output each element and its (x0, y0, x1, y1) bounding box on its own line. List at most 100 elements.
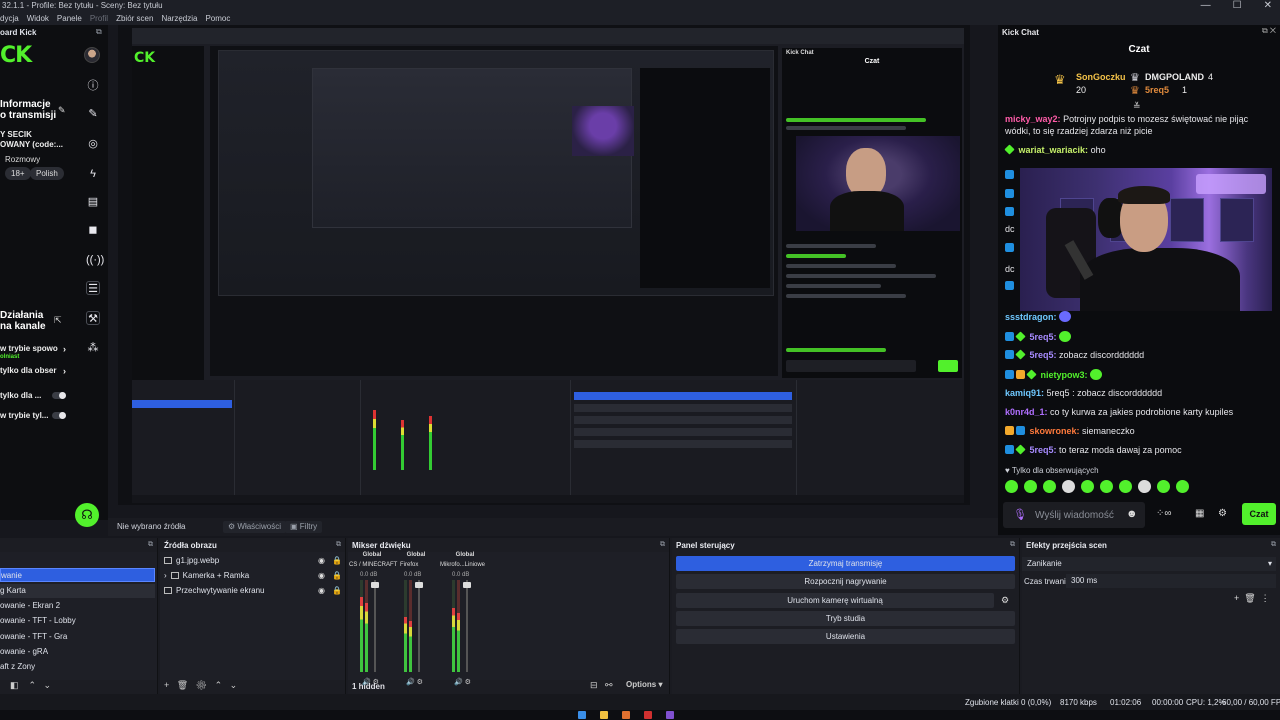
chat-username[interactable]: dc (1005, 264, 1015, 274)
virtual-camera-gear-icon[interactable]: ⚙ (1001, 595, 1009, 606)
properties-button[interactable]: ⚙ Właściwości (223, 521, 286, 533)
taskbar-app-icon[interactable] (666, 711, 674, 719)
lock-icon[interactable]: 🔒 (332, 584, 342, 598)
chat-message-input[interactable]: 🎙 Wyślij wiadomość ☻ (1003, 502, 1145, 528)
mixer-hidden-count[interactable]: 1 hidden (352, 682, 385, 691)
fader-knob[interactable] (463, 582, 471, 588)
visibility-eye-icon[interactable]: ◉ (318, 584, 325, 598)
close-button[interactable]: ✕ (1264, 0, 1272, 11)
scene-item[interactable]: owanie - TFT - Lobby (0, 614, 155, 628)
stop-stream-button[interactable]: Zatrzymaj transmisję (676, 556, 1015, 571)
followers-only-option[interactable]: tylko dla obser › (0, 366, 74, 376)
emote-icon[interactable] (1043, 480, 1056, 493)
info-icon[interactable]: ⓘ (86, 79, 100, 93)
scene-item[interactable]: owanie - TFT - Gra (0, 630, 155, 644)
emote-icon[interactable] (1062, 480, 1075, 493)
scene-item[interactable]: owanie - Ekran 2 (0, 599, 155, 613)
chat-username[interactable]: 5req5: (1030, 445, 1057, 455)
leader-1-name[interactable]: SonGoczku (1076, 72, 1126, 82)
menu-help[interactable]: Pomoc (205, 12, 230, 25)
source-item[interactable]: Przechwytywanie ekranu ◉ 🔒 (164, 584, 342, 598)
windows-start-icon[interactable] (578, 711, 586, 719)
dock-float-icon[interactable]: ⧉ (1271, 541, 1276, 549)
volume-fader[interactable] (371, 580, 379, 672)
dock-float-icon[interactable]: ⧉ (148, 541, 153, 549)
collapse-icon[interactable]: ≚ (1133, 101, 1141, 112)
mixer-channel-controls[interactable]: 🔊 ⚙ (406, 678, 423, 686)
taskbar-app-icon[interactable] (622, 711, 630, 719)
fader-knob[interactable] (371, 582, 379, 588)
filters-button[interactable]: ▣ Filtry (285, 521, 323, 533)
dock-float-icon[interactable]: ⧉ ✕ (1262, 26, 1276, 36)
chat-username[interactable]: k0nr4d_1: (1005, 407, 1048, 417)
menu-scene-collection[interactable]: Zbiór scen (116, 12, 153, 25)
dock-float-icon[interactable]: ⧉ (336, 541, 341, 549)
transition-controls[interactable]: + 🗑 ⋮ (1234, 593, 1270, 604)
lock-icon[interactable]: 🔒 (332, 569, 342, 583)
edit-pencil-icon[interactable]: ✎ (58, 105, 66, 116)
menu-profile[interactable]: Profil (90, 12, 108, 25)
duration-input[interactable]: 300 ms (1066, 574, 1276, 588)
chat-username[interactable]: nietypow3: (1041, 370, 1088, 380)
emote-icon[interactable] (1005, 480, 1018, 493)
chat-bubble-icon[interactable]: ◼ (86, 223, 100, 237)
scene-item[interactable]: owanie - gRA (0, 645, 155, 659)
send-chat-button[interactable]: Czat (1242, 503, 1276, 525)
avatar[interactable] (84, 47, 100, 63)
taskbar-app-icon[interactable] (600, 711, 608, 719)
slow-mode-option[interactable]: w trybie spowo olniast › (0, 344, 74, 360)
menu-view[interactable]: Widok (27, 12, 49, 25)
sliders-icon[interactable]: ☰ (86, 281, 100, 295)
apps-icon[interactable]: ⁂ (86, 341, 100, 355)
expand-chevron-icon[interactable]: › (164, 571, 167, 580)
broadcast-icon[interactable]: ((·)) (86, 253, 104, 267)
scenes-footer-controls[interactable]: ◧ ⌃ ⌄ (10, 680, 51, 691)
store-icon[interactable]: ▦ (1195, 508, 1204, 519)
studio-mode-button[interactable]: Tryb studia (676, 611, 1015, 626)
mixer-options-button[interactable]: Options ▾ (626, 680, 662, 689)
emote-icon[interactable] (1176, 480, 1189, 493)
volume-fader[interactable] (463, 580, 471, 672)
volume-fader[interactable] (415, 580, 423, 672)
leader-2-name[interactable]: DMGPOLAND (1145, 72, 1204, 82)
scene-item[interactable]: g Karta (0, 584, 155, 598)
chat-username[interactable]: skowronek: (1030, 426, 1080, 436)
emote-icon[interactable] (1081, 480, 1094, 493)
emote-icon[interactable] (1100, 480, 1113, 493)
emote-only-option[interactable]: w trybie tyl... (0, 411, 74, 420)
users-icon[interactable]: ⁘∞ (1156, 508, 1172, 519)
transition-select[interactable]: Zanikanie ▾ (1022, 557, 1276, 571)
clipboard-icon[interactable]: ▤ (86, 195, 100, 209)
maximize-button[interactable]: ☐ (1233, 0, 1242, 11)
dock-float-icon[interactable]: ⧉ (1010, 541, 1015, 549)
toggle-switch[interactable] (52, 412, 66, 419)
emote-icon[interactable] (1119, 480, 1132, 493)
chat-username[interactable]: ssstdragon: (1005, 312, 1057, 322)
chat-username[interactable]: wariat_wariacik: (1019, 145, 1089, 155)
minimize-button[interactable]: — (1201, 0, 1211, 11)
emote-icon[interactable] (1138, 480, 1151, 493)
scene-item[interactable]: wanie (0, 568, 155, 582)
menu-docks[interactable]: Panele (57, 12, 82, 25)
fader-knob[interactable] (415, 582, 423, 588)
scene-item[interactable]: aft z Zony (0, 660, 155, 674)
mixer-channel-controls[interactable]: 🔊 ⚙ (454, 678, 471, 686)
pen-icon[interactable]: ✎ (86, 107, 100, 121)
microphone-icon[interactable]: 🎙 (1013, 508, 1027, 521)
target-icon[interactable]: ◎ (86, 137, 100, 151)
chat-username[interactable]: dc (1005, 224, 1015, 234)
toggle-switch[interactable] (52, 392, 66, 399)
visibility-eye-icon[interactable]: ◉ (318, 554, 325, 568)
dock-float-icon[interactable]: ⧉ (96, 27, 102, 37)
chat-username[interactable]: kamiq91: (1005, 388, 1044, 398)
menu-edit[interactable]: dycja (0, 12, 19, 25)
start-recording-button[interactable]: Rozpocznij nagrywanie (676, 574, 1015, 589)
lock-icon[interactable]: 🔒 (332, 554, 342, 568)
emote-icon[interactable] (1157, 480, 1170, 493)
chat-username[interactable]: micky_way2: (1005, 114, 1061, 124)
leader-3-name[interactable]: 5req5 (1145, 85, 1169, 95)
bolt-icon[interactable]: ϟ (86, 167, 100, 181)
wrench-icon[interactable]: ⚒ (86, 311, 100, 325)
sources-footer-controls[interactable]: + 🗑 ⚙ ⌃ ⌄ (164, 680, 237, 691)
dock-float-icon[interactable]: ⧉ (660, 541, 665, 549)
